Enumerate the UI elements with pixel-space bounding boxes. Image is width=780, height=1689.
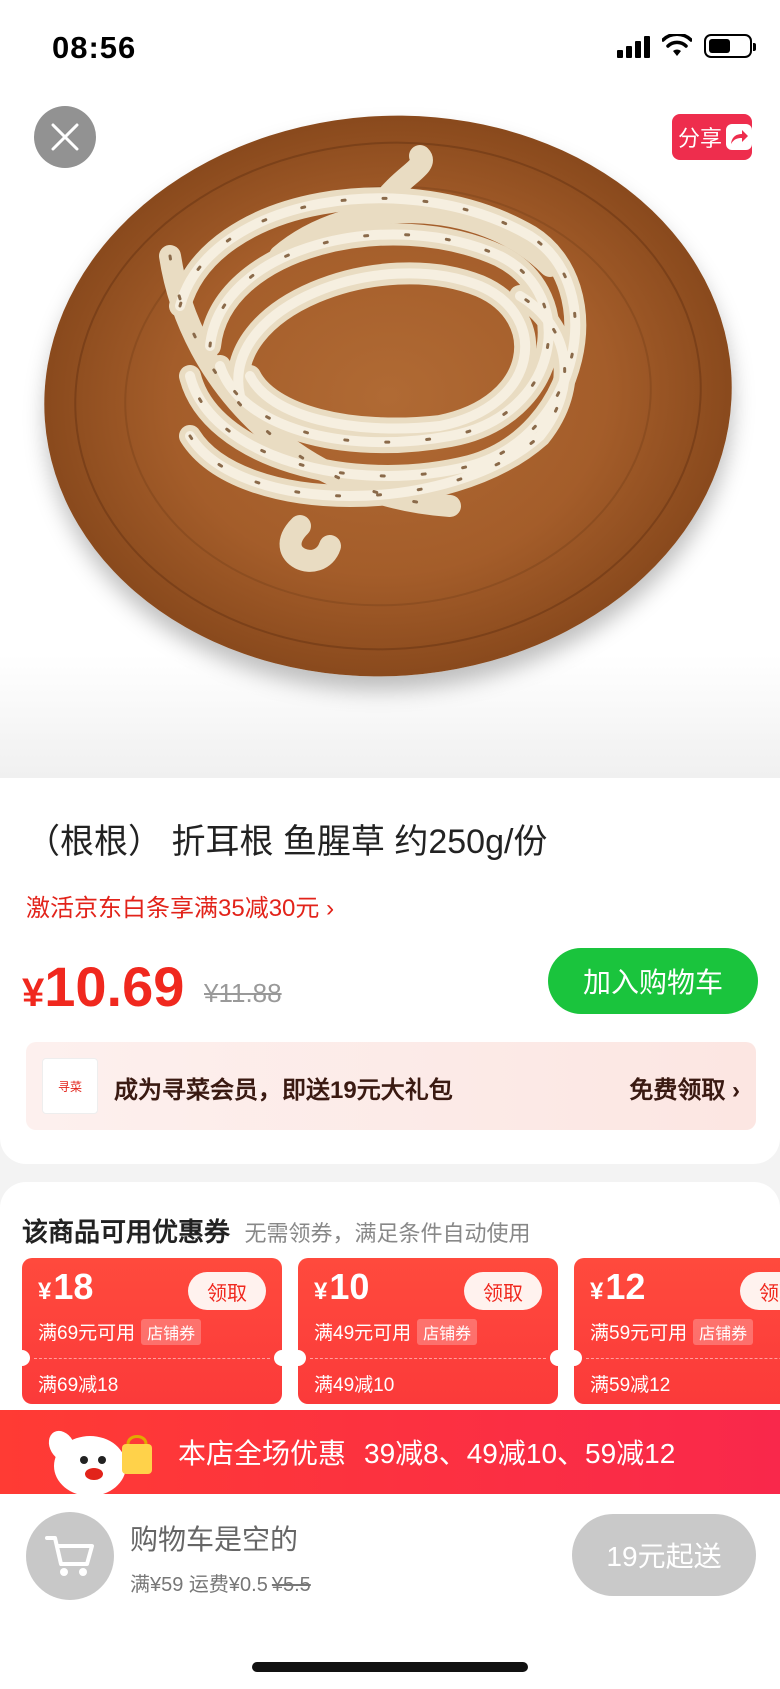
coupon-take-button[interactable]: 领取 [188, 1272, 266, 1310]
free-claim-link[interactable]: 免费领取 › [629, 1070, 740, 1105]
coupon-section: 该商品可用优惠券 无需领券，满足条件自动使用 ¥18 领取 满69元可用 店铺券 … [0, 1182, 780, 1410]
store-logo-text: 寻菜 [57, 1079, 82, 1094]
battery-icon [704, 34, 756, 58]
product-image [0, 96, 780, 778]
coupon-condition: 满69元可用 店铺券 [38, 1318, 202, 1345]
close-icon [51, 123, 79, 151]
store-promo-rules: 39减8、49减10、59减12 [364, 1438, 676, 1469]
home-indicator [252, 1662, 528, 1672]
coupon-condition: 满49元可用 店铺券 [314, 1318, 478, 1345]
coupon-heading: 该商品可用优惠券 无需领券，满足条件自动使用 [22, 1212, 530, 1249]
coupon-card[interactable]: ¥12 领取 满59元可用店铺券 满59减12 [566, 1258, 780, 1404]
coupon-take-button[interactable]: 领取 [740, 1272, 780, 1310]
coupon-subtitle: 无需领券，满足条件自动使用 [244, 1221, 531, 1246]
min-order-button[interactable]: 19元起送 [572, 1514, 756, 1596]
share-button[interactable]: 分享 [672, 114, 752, 160]
cellular-signal-icon [617, 34, 650, 58]
coupon-amount: ¥10 [314, 1266, 370, 1307]
coupon-summary: 满49减10 [314, 1375, 395, 1396]
cart-bar: 购物车是空的 满¥59 运费¥0.5 ¥5.5 19元起送 [0, 1494, 780, 1689]
delivery-fee-original: ¥5.5 [271, 1574, 311, 1596]
coupon-tag: 店铺券 [693, 1319, 754, 1345]
wifi-icon [662, 34, 692, 56]
price-currency: ¥ [22, 971, 45, 1015]
coupon-amount: ¥12 [590, 1266, 646, 1307]
baitiao-promo-text: 激活京东白条享满35减30元 [26, 895, 320, 922]
close-button[interactable] [34, 106, 96, 168]
store-logo: 寻菜 [42, 1058, 98, 1114]
store-promo-text: 本店全场优惠 39减8、49减10、59减12 [178, 1432, 675, 1472]
roots-image [150, 136, 610, 576]
jd-dog-mascot-icon [48, 1430, 152, 1494]
coupon-title: 该商品可用优惠券 [22, 1217, 231, 1247]
coupon-amount: ¥18 [38, 1266, 94, 1307]
membership-banner[interactable]: 寻菜 成为寻菜会员，即送19元大礼包 免费领取 › [26, 1042, 756, 1130]
chevron-right-icon: › [732, 1077, 740, 1104]
product-title: （根根） 折耳根 鱼腥草 约250g/份 [26, 823, 548, 861]
product-info-card: （根根） 折耳根 鱼腥草 约250g/份 激活京东白条享满35减30元 › ¥1… [0, 778, 780, 1164]
coupon-summary: 满69减18 [38, 1375, 119, 1396]
store-promo-banner[interactable]: 本店全场优惠 39减8、49减10、59减12 [0, 1410, 780, 1494]
current-price: ¥10.69 [22, 954, 184, 1019]
coupon-list: ¥18 领取 满69元可用 店铺券 满69减18 ¥10 领取 满49元可用 店铺券… [14, 1258, 780, 1404]
original-price: ¥11.88 [204, 978, 282, 1008]
share-label: 分享 [678, 126, 723, 151]
coupon-tag: 店铺券 [141, 1319, 202, 1345]
delivery-fee-text: 满¥59 运费¥0.5 ¥5.5 [130, 1574, 311, 1596]
coupon-card[interactable]: ¥10 领取 满49元可用 店铺券 满49减10 [290, 1258, 566, 1404]
coupon-summary: 满59减12 [590, 1375, 671, 1396]
coupon-take-button[interactable]: 领取 [464, 1272, 542, 1310]
status-icons [617, 34, 756, 58]
chevron-right-icon: › [326, 895, 335, 922]
status-bar: 08:56 [0, 0, 780, 96]
coupon-card[interactable]: ¥18 领取 满69元可用 店铺券 满69减18 [14, 1258, 290, 1404]
free-claim-label: 免费领取 [629, 1077, 726, 1104]
cart-button[interactable] [26, 1512, 114, 1600]
store-promo-label: 本店全场优惠 [178, 1438, 347, 1469]
share-arrow-icon [726, 124, 752, 150]
coupon-tag: 店铺券 [417, 1319, 478, 1345]
cart-empty-text: 购物车是空的 [130, 1524, 299, 1555]
shopping-cart-icon [45, 1536, 94, 1576]
price-value: 10.69 [44, 955, 185, 1018]
status-time: 08:56 [52, 30, 137, 65]
baitiao-promo-link[interactable]: 激活京东白条享满35减30元 › [26, 888, 334, 923]
add-to-cart-button[interactable]: 加入购物车 [548, 948, 758, 1014]
membership-offer-text: 成为寻菜会员，即送19元大礼包 [114, 1077, 453, 1104]
coupon-condition: 满59元可用 店铺券 [590, 1318, 754, 1345]
